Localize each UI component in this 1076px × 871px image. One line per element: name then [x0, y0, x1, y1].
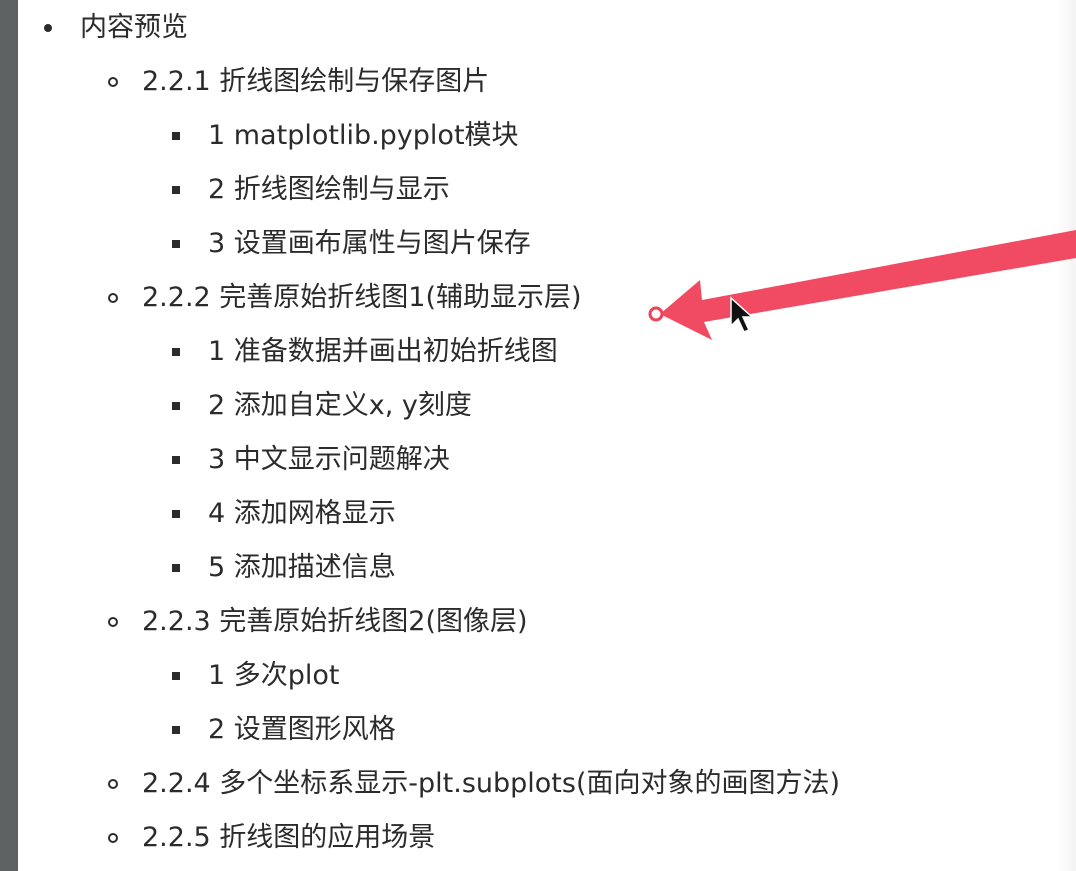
section-title-text: 2.2.1 折线图绘制与保存图片: [142, 66, 490, 97]
list-item-text: 4 添加网格显示: [208, 498, 396, 529]
bullet-square-icon: [172, 672, 180, 680]
bullet-square-icon: [172, 186, 180, 194]
list-item-text: 1 准备数据并画出初始折线图: [208, 336, 558, 367]
bullet-square-icon: [172, 510, 180, 518]
document-page: 内容预览 2.2.1 折线图绘制与保存图片 1 matplotlib.pyplo…: [0, 0, 1076, 871]
list-item-text: 1 matplotlib.pyplot模块: [208, 120, 519, 151]
section-title-text: 2.2.5 折线图的应用场景: [142, 822, 436, 853]
outline-root-text: 内容预览: [80, 12, 188, 43]
section-title-text: 2.2.2 完善原始折线图1(辅助显示层): [142, 282, 582, 313]
list-item-text: 5 添加描述信息: [208, 552, 396, 583]
bullet-square-icon: [172, 132, 180, 140]
section-title-text: 2.2.3 完善原始折线图2(图像层): [142, 606, 528, 637]
bullet-square-icon: [172, 348, 180, 356]
list-item-text: 3 中文显示问题解决: [208, 444, 450, 475]
list-item-text: 3 设置画布属性与图片保存: [208, 228, 531, 259]
section-title-text: 2.2.4 多个坐标系显示-plt.subplots(面向对象的画图方法): [142, 768, 841, 799]
list-item-text: 2 设置图形风格: [208, 714, 396, 745]
bullet-square-icon: [172, 240, 180, 248]
bullet-square-icon: [172, 564, 180, 572]
bullet-circle-icon: [108, 833, 118, 843]
bullet-circle-icon: [108, 77, 118, 87]
list-item-text: 2 折线图绘制与显示: [208, 174, 450, 205]
bullet-square-icon: [172, 402, 180, 410]
bullet-disc-icon: [44, 24, 52, 32]
content-outline: 内容预览 2.2.1 折线图绘制与保存图片 1 matplotlib.pyplo…: [0, 0, 1076, 871]
bullet-square-icon: [172, 456, 180, 464]
list-item-text: 2 添加自定义x, y刻度: [208, 390, 472, 421]
bullet-circle-icon: [108, 779, 118, 789]
bullet-circle-icon: [108, 293, 118, 303]
bullet-circle-icon: [108, 617, 118, 627]
bullet-square-icon: [172, 726, 180, 734]
list-item-text: 1 多次plot: [208, 660, 340, 691]
